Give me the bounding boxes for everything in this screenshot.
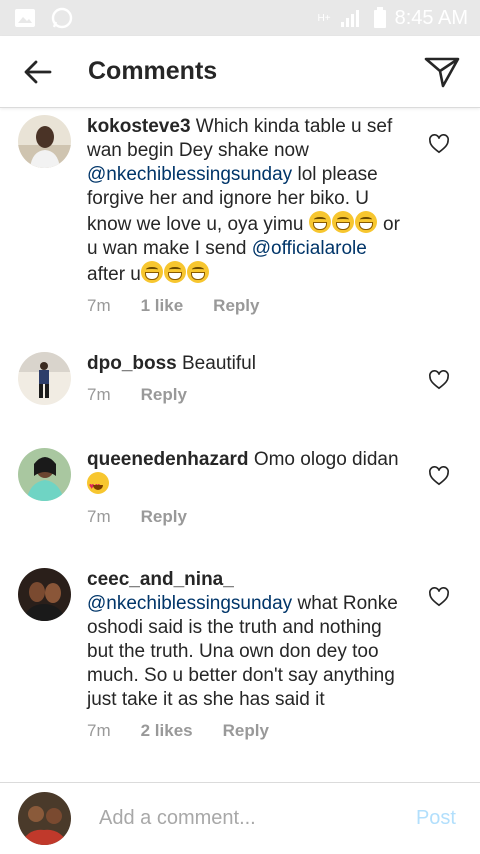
direct-share-button[interactable]: [420, 50, 464, 94]
app-header: Comments: [0, 36, 480, 108]
avatar[interactable]: [18, 568, 71, 621]
back-arrow-icon: [24, 60, 52, 83]
heart-outline-icon[interactable]: [428, 134, 450, 154]
comment-body: Omo ologo didan: [248, 449, 399, 470]
comment-username[interactable]: ceec_and_nina_: [87, 569, 234, 590]
comment-username[interactable]: queenedenhazard: [87, 449, 249, 470]
status-bar: H+ 8:45 AM: [0, 0, 480, 36]
back-button[interactable]: [18, 52, 58, 92]
comment-time: 7m: [87, 507, 111, 526]
mention-link[interactable]: @nkechiblessingsunday: [87, 593, 292, 614]
comment-item: dpo_boss Beautiful 7m Reply: [0, 341, 480, 437]
avatar[interactable]: [18, 115, 71, 168]
comment-time: 7m: [87, 296, 111, 315]
laughing-emoji: [331, 211, 354, 233]
network-type: H+: [317, 12, 331, 24]
page-title: Comments: [88, 57, 218, 85]
comment-input[interactable]: [97, 806, 416, 831]
comment-composer: Post: [0, 782, 480, 854]
heart-eyes-emoji: [87, 472, 109, 498]
signal-icon: [340, 10, 359, 27]
comment-text: dpo_boss Beautiful: [87, 352, 407, 376]
heart-outline-icon[interactable]: [428, 370, 450, 390]
battery-icon: [373, 7, 386, 28]
post-button[interactable]: Post: [416, 807, 456, 830]
whatsapp-icon: [51, 7, 73, 29]
comment-meta: 7m 2 likes Reply: [87, 721, 407, 741]
like-count[interactable]: 1 like: [141, 296, 184, 316]
laughing-emoji: [354, 211, 377, 233]
comment-item: kokosteve3 Which kinda table u sef wan b…: [0, 109, 480, 341]
reply-button[interactable]: Reply: [141, 385, 187, 405]
avatar[interactable]: [18, 448, 71, 501]
reply-button[interactable]: Reply: [213, 296, 259, 316]
laughing-emoji: [308, 211, 331, 233]
mention-link[interactable]: @nkechiblessingsunday: [87, 164, 292, 185]
current-user-avatar: [18, 792, 71, 845]
avatar[interactable]: [18, 352, 71, 405]
comment-username[interactable]: kokosteve3: [87, 116, 191, 137]
comment-body: Beautiful: [176, 353, 256, 374]
mention-link[interactable]: @officialarole: [252, 238, 367, 259]
comment-username[interactable]: dpo_boss: [87, 353, 177, 374]
like-count[interactable]: 2 likes: [141, 721, 193, 741]
comment-text: queenedenhazard Omo ologo didan: [87, 448, 407, 498]
laughing-emoji: [186, 261, 209, 283]
comment-meta: 7m Reply: [87, 507, 407, 527]
laughing-emoji: [140, 261, 163, 283]
comment-time: 7m: [87, 385, 111, 404]
comments-list: kokosteve3 Which kinda table u sef wan b…: [0, 109, 480, 777]
heart-outline-icon[interactable]: [428, 466, 450, 486]
image-icon: [15, 9, 35, 27]
direct-share-icon: [424, 57, 460, 87]
comment-time: 7m: [87, 721, 111, 740]
comment-text: kokosteve3 Which kinda table u sef wan b…: [87, 115, 407, 287]
comment-item: ceec_and_nina_ @nkechiblessingsunday what…: [0, 557, 480, 777]
comment-item: queenedenhazard Omo ologo didan 7m Reply: [0, 437, 480, 557]
comment-text: ceec_and_nina_ @nkechiblessingsunday what…: [87, 568, 407, 712]
heart-outline-icon[interactable]: [428, 587, 450, 607]
reply-button[interactable]: Reply: [223, 721, 269, 741]
comment-meta: 7m Reply: [87, 385, 407, 405]
clock: 8:45 AM: [394, 6, 468, 29]
laughing-emoji: [163, 261, 186, 283]
reply-button[interactable]: Reply: [141, 507, 187, 527]
comment-body: after u: [87, 264, 141, 285]
comment-meta: 7m 1 like Reply: [87, 296, 407, 316]
